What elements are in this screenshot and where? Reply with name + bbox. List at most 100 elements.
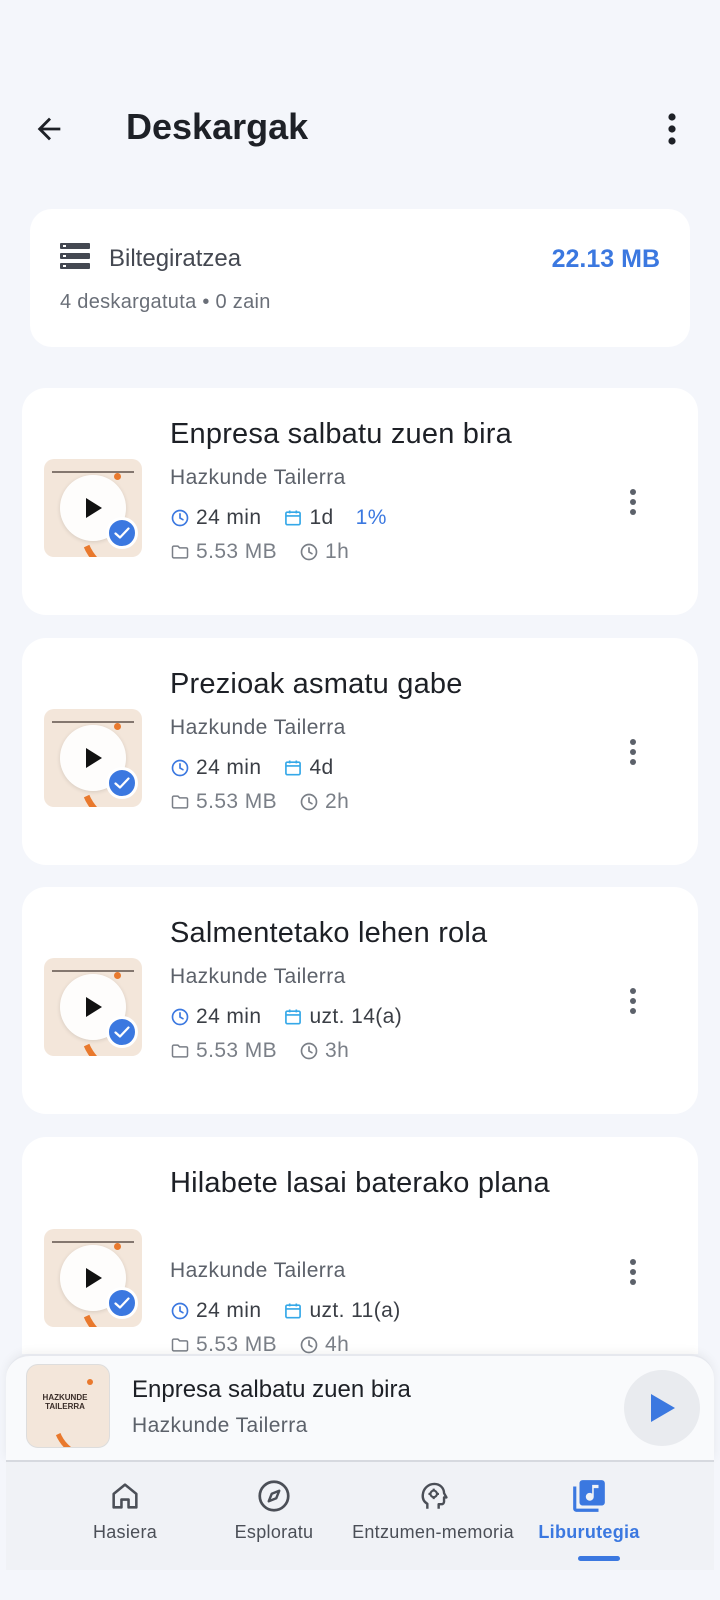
episode-card[interactable]: Salmentetako lehen rola Hazkunde Tailerr…	[22, 887, 698, 1114]
episode-duration: 24 min	[170, 1299, 261, 1323]
episode-downloaded-ago: 1h	[299, 540, 349, 564]
mini-player-author: Hazkunde Tailerra	[132, 1414, 308, 1437]
folder-icon	[171, 545, 189, 559]
storage-meta: 4 deskargatuta • 0 zain	[60, 291, 271, 313]
calendar-icon	[285, 510, 302, 526]
compass-icon	[258, 1480, 290, 1512]
calendar-icon	[285, 1009, 302, 1025]
episode-file-row: 5.53 MB 2h	[170, 790, 371, 814]
nav-label: Entzumen-memoria	[352, 1522, 514, 1542]
mini-player-title: Enpresa salbatu zuen bira	[132, 1376, 411, 1403]
back-button[interactable]	[24, 104, 74, 154]
episode-meta-row: 24 min 1d 1%	[170, 506, 409, 530]
clock-icon	[171, 1008, 189, 1026]
clock-icon	[171, 509, 189, 527]
more-vert-icon	[630, 739, 636, 765]
episode-file-row: 5.53 MB 4h	[170, 1333, 371, 1354]
storage-label: Biltegiratzea	[109, 245, 242, 272]
mini-player-play-button[interactable]	[624, 1370, 700, 1446]
mini-player-artwork-text: HAZKUNDE TAILERRA	[42, 1393, 88, 1411]
episode-meta-row: 24 min uzt. 14(a)	[170, 1005, 424, 1029]
episode-author: Hazkunde Tailerra	[170, 716, 346, 739]
calendar-icon	[285, 1303, 302, 1319]
more-vert-icon	[630, 988, 636, 1014]
episode-downloaded-ago: 4h	[299, 1333, 349, 1354]
folder-icon	[171, 795, 189, 809]
clock-icon	[300, 543, 318, 561]
episode-progress: 1%	[355, 506, 387, 529]
downloaded-check-icon	[106, 517, 138, 549]
play-icon	[86, 498, 102, 518]
episode-date: uzt. 11(a)	[283, 1299, 400, 1323]
episode-title: Hilabete lasai baterako plana	[170, 1167, 550, 1199]
episode-title: Prezioak asmatu gabe	[170, 668, 463, 700]
episode-file-size: 5.53 MB	[170, 790, 277, 814]
episode-meta-row: 24 min 4d	[170, 756, 356, 780]
downloaded-check-icon	[106, 1287, 138, 1319]
play-icon	[86, 1268, 102, 1288]
mini-player-artwork: HAZKUNDE TAILERRA	[26, 1364, 110, 1448]
episode-file-size: 5.53 MB	[170, 1039, 277, 1063]
play-icon	[651, 1394, 675, 1422]
play-icon	[86, 748, 102, 768]
storage-size: 22.13 MB	[551, 245, 660, 273]
episode-author: Hazkunde Tailerra	[170, 965, 346, 988]
active-tab-indicator	[578, 1556, 620, 1561]
head-gear-icon	[421, 1482, 448, 1509]
episode-downloaded-ago: 3h	[299, 1039, 349, 1063]
nav-item-entzumen-memoria[interactable]: Entzumen-memoria	[348, 1474, 518, 1543]
arrow-left-icon	[37, 117, 61, 141]
more-options-button[interactable]	[652, 104, 692, 154]
episode-duration: 24 min	[170, 1005, 261, 1029]
episode-date: uzt. 14(a)	[283, 1005, 402, 1029]
episode-card[interactable]: Enpresa salbatu zuen bira Hazkunde Taile…	[22, 388, 698, 615]
downloaded-check-icon	[106, 1016, 138, 1048]
clock-icon	[171, 759, 189, 777]
clock-icon	[300, 793, 318, 811]
nav-item-liburutegia[interactable]: Liburutegia	[504, 1474, 674, 1543]
episode-card[interactable]: Hilabete lasai baterako plana Hazkunde T…	[22, 1137, 698, 1354]
folder-icon	[171, 1338, 189, 1352]
folder-icon	[171, 1044, 189, 1058]
episode-title: Salmentetako lehen rola	[170, 917, 488, 949]
episode-file-size: 5.53 MB	[170, 540, 277, 564]
episode-more-button[interactable]	[618, 981, 648, 1021]
episode-file-row: 5.53 MB 1h	[170, 540, 371, 564]
home-icon	[112, 1483, 138, 1509]
library-music-icon	[573, 1480, 605, 1512]
episode-more-button[interactable]	[618, 1252, 648, 1292]
nav-label: Esploratu	[234, 1522, 314, 1542]
more-vert-icon	[630, 489, 636, 515]
episode-duration: 24 min	[170, 756, 261, 780]
episode-author: Hazkunde Tailerra	[170, 466, 346, 489]
episode-more-button[interactable]	[618, 482, 648, 522]
episode-date: 1d	[283, 506, 333, 530]
storage-icon	[60, 243, 90, 269]
more-vert-icon	[668, 113, 676, 145]
nav-label: Hasiera	[92, 1522, 158, 1542]
episode-duration: 24 min	[170, 506, 261, 530]
episode-downloaded-ago: 2h	[299, 790, 349, 814]
storage-card: Biltegiratzea 22.13 MB 4 deskargatuta • …	[30, 209, 690, 347]
calendar-icon	[285, 760, 302, 776]
episode-author: Hazkunde Tailerra	[170, 1259, 346, 1282]
episode-file-row: 5.53 MB 3h	[170, 1039, 371, 1063]
more-vert-icon	[630, 1259, 636, 1285]
episode-file-size: 5.53 MB	[170, 1333, 277, 1354]
episode-title: Enpresa salbatu zuen bira	[170, 418, 512, 450]
nav-label: Liburutegia	[538, 1522, 640, 1542]
nav-item-esploratu[interactable]: Esploratu	[189, 1474, 359, 1543]
episode-meta-row: 24 min uzt. 11(a)	[170, 1299, 423, 1323]
episode-card[interactable]: Prezioak asmatu gabe Hazkunde Tailerra 2…	[22, 638, 698, 865]
play-icon	[86, 997, 102, 1017]
bottom-navigation: Hasiera Esploratu Entzumen-memoria Libur…	[6, 1460, 714, 1570]
nav-item-hasiera[interactable]: Hasiera	[40, 1474, 210, 1543]
clock-icon	[171, 1302, 189, 1320]
clock-icon	[300, 1336, 318, 1354]
mini-player[interactable]: HAZKUNDE TAILERRA Enpresa salbatu zuen b…	[6, 1354, 714, 1460]
episode-date: 4d	[283, 756, 333, 780]
app-header: Deskargak	[0, 96, 720, 162]
downloaded-check-icon	[106, 767, 138, 799]
episode-more-button[interactable]	[618, 732, 648, 772]
clock-icon	[300, 1042, 318, 1060]
